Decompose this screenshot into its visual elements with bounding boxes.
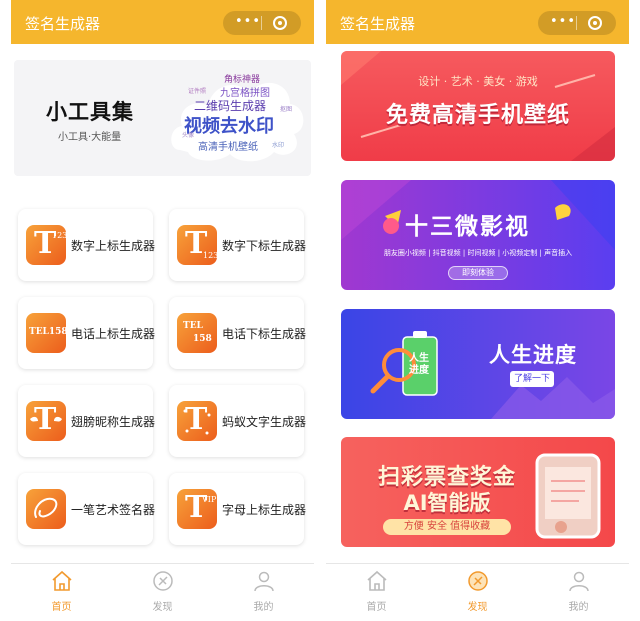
ant-t-icon: T	[177, 401, 217, 441]
cloud-word: 证件照	[188, 88, 207, 95]
tool-card-number-subscript[interactable]: T 123 数字下标生成器	[169, 209, 307, 281]
close-target-icon[interactable]	[588, 16, 602, 30]
tel-superscript-icon: TEL158	[26, 313, 66, 353]
lottery-subtitle: AI智能版	[403, 491, 491, 515]
video-try-button[interactable]: 即刻体验	[448, 266, 508, 280]
icon-subscript-text: 123	[203, 251, 217, 260]
lottery-tagline: 方便 安全 值得收藏	[383, 519, 511, 535]
tool-card-letter-superscript[interactable]: T VIP 字母上标生成器	[169, 473, 307, 545]
left-app-title: 签名生成器	[25, 15, 101, 33]
more-icon[interactable]: •••	[235, 15, 260, 31]
tool-card-ant-text[interactable]: T 蚂蚁文字生成器	[169, 385, 307, 457]
tool-label: 电话上标生成器	[71, 327, 156, 341]
cloud-word: 抠图	[280, 106, 293, 113]
tool-label: 数字下标生成器	[222, 239, 307, 253]
cloud-word: 高清手机壁纸	[198, 142, 258, 153]
wallpaper-tags: 设计 · 艺术 · 美女 · 游戏	[418, 75, 538, 88]
hero-subtitle: 小工具·大能量	[58, 132, 122, 143]
ant-icon	[183, 409, 211, 435]
user-icon	[254, 571, 274, 592]
icon-tel-text: TEL	[183, 321, 203, 331]
tool-label: 电话下标生成器	[222, 327, 307, 341]
tab-label: 我的	[568, 602, 589, 613]
tab-label: 我的	[253, 602, 274, 613]
tab-discover[interactable]: 发现	[427, 564, 528, 621]
tool-label: 数字上标生成器	[71, 239, 156, 253]
wallpaper-title: 免费高清手机壁纸	[385, 103, 570, 128]
home-icon	[367, 570, 387, 591]
tab-profile[interactable]: 我的	[213, 564, 314, 621]
battery-label: 人生进度	[409, 353, 429, 376]
tool-card-phone-superscript[interactable]: TEL158 电话上标生成器	[18, 297, 156, 369]
mini-program-capsule: •••	[223, 11, 301, 35]
icon-superscript-text: VIP	[202, 495, 217, 504]
tab-label: 首页	[51, 602, 72, 613]
tool-label: 蚂蚁文字生成器	[222, 415, 307, 429]
life-progress-banner[interactable]: 人生进度 人生进度 了解一下	[341, 309, 615, 419]
capsule-divider	[576, 16, 577, 30]
subscript-t-icon: T 123	[177, 225, 217, 265]
discover-icon	[468, 571, 488, 591]
hero-banner[interactable]: 小工具集 小工具·大能量 角标神器 九宫格拼图 二维码生成器 视频去水印 高清手…	[14, 60, 311, 176]
tab-profile[interactable]: 我的	[528, 564, 629, 621]
right-title-bar: 签名生成器 •••	[326, 0, 629, 44]
user-icon	[569, 571, 589, 592]
cloud-word: 水印	[272, 142, 285, 149]
tab-label: 首页	[366, 602, 387, 613]
right-app-title: 签名生成器	[340, 15, 416, 33]
tool-card-number-superscript[interactable]: T 123 数字上标生成器	[18, 209, 156, 281]
close-target-icon[interactable]	[273, 16, 287, 30]
tel-subscript-icon: TEL 158	[177, 313, 217, 353]
more-icon[interactable]: •••	[550, 15, 575, 31]
left-tab-bar: 首页 发现 我的	[11, 563, 314, 621]
cloud-word: 头像	[182, 132, 195, 139]
wings-icon	[30, 416, 62, 422]
icon-tel-number: 158	[193, 334, 212, 344]
icon-tel-text: TEL158	[29, 327, 66, 337]
left-screen: 签名生成器 ••• 小工具集 小工具·大能量 角标神器 九宫格拼图 二维码生成器…	[11, 0, 314, 621]
tool-label: 字母上标生成器	[222, 503, 307, 517]
video-banner[interactable]: 十三微影视 朋友圈小视频 | 抖音视频 | 时间视频 | 小视频定制 | 声音插…	[341, 180, 615, 290]
tool-label: 一笔艺术签名器	[71, 503, 156, 517]
home-icon	[52, 570, 72, 591]
icon-superscript-text: 123	[52, 231, 66, 240]
cloud-word: 视频去水印	[184, 116, 274, 137]
learn-more-button[interactable]: 了解一下	[510, 371, 554, 387]
discover-icon	[153, 571, 173, 591]
word-cloud: 角标神器 九宫格拼图 二维码生成器 视频去水印 高清手机壁纸 证件照 抠图 水印…	[168, 64, 304, 170]
tool-label: 翅膀昵称生成器	[71, 415, 156, 429]
tool-card-phone-subscript[interactable]: TEL 158 电话下标生成器	[169, 297, 307, 369]
video-logo-text: 十三微影视	[405, 214, 530, 240]
life-progress-title: 人生进度	[489, 343, 577, 367]
wings-t-icon: T	[26, 401, 66, 441]
signature-icon	[26, 489, 66, 529]
letter-superscript-icon: T VIP	[177, 489, 217, 529]
video-description: 朋友圈小视频 | 抖音视频 | 时间视频 | 小视频定制 | 声音插入	[383, 249, 573, 257]
left-title-bar: 签名生成器 •••	[11, 0, 314, 44]
tool-card-art-signature[interactable]: 一笔艺术签名器	[18, 473, 156, 545]
lottery-banner[interactable]: 扫彩票查奖金 AI智能版 方便 安全 值得收藏	[341, 437, 615, 547]
right-tab-bar: 首页 发现 我的	[326, 563, 629, 621]
tool-card-wings-nickname[interactable]: T 翅膀昵称生成器	[18, 385, 156, 457]
tab-home[interactable]: 首页	[326, 564, 427, 621]
tab-discover[interactable]: 发现	[112, 564, 213, 621]
pen-stroke-icon	[34, 497, 58, 518]
capsule-divider	[261, 16, 262, 30]
mini-program-capsule: •••	[538, 11, 616, 35]
right-screen: 签名生成器 ••• 设计 · 艺术 · 美女 · 游戏 免费高清手机壁纸 十三微…	[326, 0, 629, 621]
hero-title: 小工具集	[46, 100, 134, 124]
tab-label: 发现	[152, 602, 173, 613]
superscript-t-icon: T 123	[26, 225, 66, 265]
tab-label: 发现	[467, 602, 488, 613]
wallpaper-banner[interactable]: 设计 · 艺术 · 美女 · 游戏 免费高清手机壁纸	[341, 51, 615, 161]
tab-home[interactable]: 首页	[11, 564, 112, 621]
